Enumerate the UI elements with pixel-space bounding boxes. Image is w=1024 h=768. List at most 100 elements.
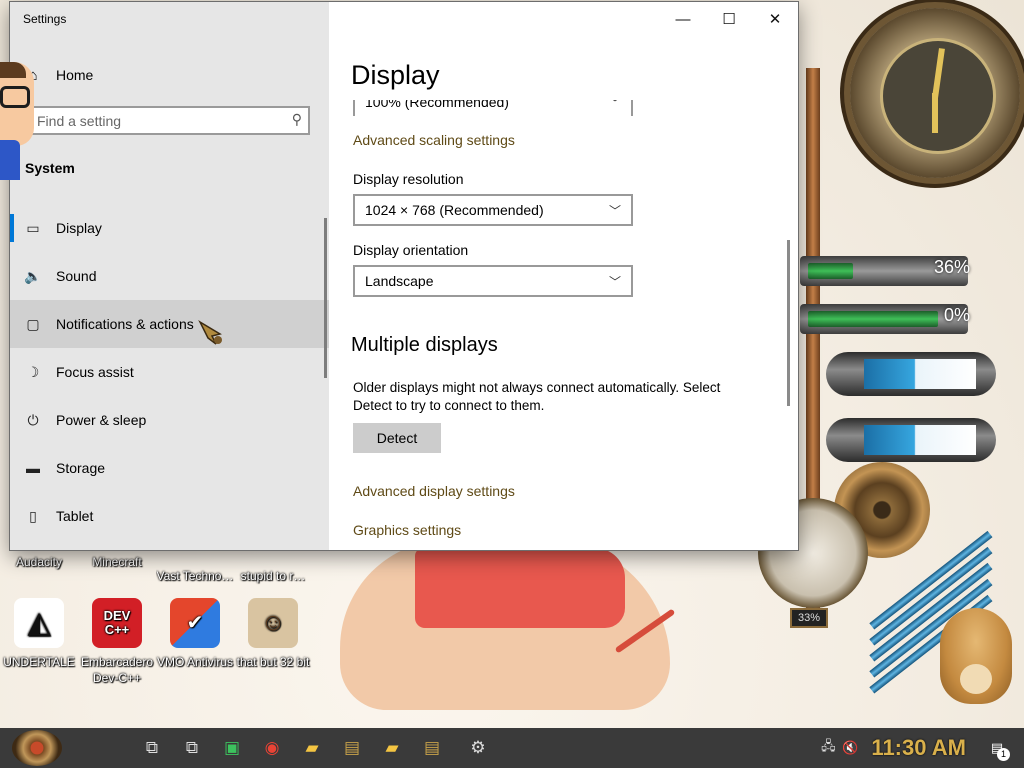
taskbar-clock[interactable]: 11:30 AM [871,735,966,761]
file-explorer-icon[interactable]: ▰ [292,728,332,768]
hamster-mascot [940,608,1012,704]
cartoon-hair [0,62,26,78]
search-box[interactable]: ⚲ [30,106,310,135]
sidebar-item-label: Sound [56,268,97,284]
taskbar: ⧉ ⧉ ▣ ◉ ▰ ▤ ▰ ▤ ⚙ 🖧 🔇 11:30 AM ▤ 1 [0,728,1024,768]
settings-gear-icon[interactable]: ⚙ [458,728,498,768]
desktop-icon-stupid[interactable]: stupid to r… [234,554,312,600]
sidebar-item-label: Power & sleep [56,412,147,428]
sidebar-item-label: Focus assist [56,364,134,380]
drive-icon: ▬ [26,460,40,476]
tablet-icon: ▯ [29,507,37,524]
sidebar-item-label: Storage [56,460,106,476]
unity-icon: ◭ [14,598,64,648]
power-icon: ⏻ [27,411,39,428]
ram-gauge: 0% [800,304,970,334]
speech-bubble-icon: ▢ [26,315,40,332]
task-view-icon[interactable]: ⧉ [132,728,172,768]
detect-button[interactable]: Detect [353,423,441,453]
orientation-dropdown[interactable]: Landscape ﹀ [353,265,633,297]
system-tray: 🖧 🔇 11:30 AM ▤ 1 [817,728,1024,768]
volume-muted-icon[interactable]: 🔇 [839,740,861,756]
desktop-icon-devcpp[interactable]: DEV C++ Embarcadero Dev-C++ [78,598,156,686]
settings-content: — ☐ ✕ Display 100% (Recommended) ﹀ Advan… [329,2,798,550]
content-scrollbar[interactable] [787,240,790,406]
devcpp-icon: DEV C++ [92,598,142,648]
sidebar-item-label: Notifications & actions [56,316,194,332]
chat-app-icon[interactable]: ▣ [212,728,252,768]
graphics-settings-link[interactable]: Graphics settings [353,522,461,538]
window-controls: — ☐ ✕ [660,2,798,36]
tube-liquid [864,359,976,389]
advanced-display-link[interactable]: Advanced display settings [353,483,515,499]
ram-gauge-value: 0% [943,305,970,325]
sidebar-item-display[interactable]: ▭ Display [10,204,329,252]
chevron-down-icon: ﹀ [608,203,621,218]
network-icon[interactable]: 🖧 [817,737,839,759]
scale-dropdown-clipped: 100% (Recommended) ﹀ [353,100,633,116]
sidebar-item-tablet[interactable]: ▯ Tablet [10,492,329,540]
steampunk-app-icon-2[interactable]: ▤ [412,728,452,768]
chrome-icon[interactable]: ◉ [252,728,292,768]
settings-sidebar: Settings ⌂ Home ⚲ System ▭ Display 🔈 Sou… [10,2,329,550]
sidebar-item-sound[interactable]: 🔈 Sound [10,252,329,300]
monitor-icon: ▭ [26,219,40,236]
clock-hand [932,93,938,133]
sidebar-item-notifications[interactable]: ▢ Notifications & actions [10,300,329,348]
resolution-dropdown[interactable]: 1024 × 768 (Recommended) ﹀ [353,194,633,226]
window-title: Settings [23,12,67,26]
search-icon[interactable]: ⚲ [292,111,302,128]
settings-nav: ▭ Display 🔈 Sound ▢ Notifications & acti… [10,204,329,540]
sidebar-scrollbar[interactable] [324,218,327,378]
sidebar-item-power-sleep[interactable]: ⏻ Power & sleep [10,396,329,444]
portrait-icon: ☺ [248,598,298,648]
sidebar-item-label: Tablet [56,508,94,524]
steampunk-clock-widget [850,8,1020,178]
meter-value: 33% [790,608,828,628]
sidebar-item-storage[interactable]: ▬ Storage [10,444,329,492]
close-button[interactable]: ✕ [752,2,798,36]
steampunk-rods [840,520,993,694]
desktop-icon-minecraft[interactable]: Minecraft [78,554,156,586]
resolution-value: 1024 × 768 (Recommended) [365,202,544,218]
desktop-icon-vmo-antivirus[interactable]: ✔ VMO Antivirus [156,598,234,686]
page-title: Display [351,60,440,90]
desktop-icon-that-but-32-bit[interactable]: ☺ that but 32 bit [234,598,312,686]
section-heading: System [25,160,75,176]
desktop-icon-vast[interactable]: Vast Techno… [156,554,234,600]
cpu-gauge: 36% [800,256,970,286]
pin-cursor-icon [198,320,222,345]
tube-liquid [864,425,976,455]
chevron-down-icon: ﹀ [608,274,621,289]
sidebar-item-label: Display [56,220,102,236]
speaker-icon: 🔈 [24,267,42,284]
notification-center-button[interactable]: ▤ 1 [984,735,1010,761]
scale-dropdown[interactable]: 100% (Recommended) ﹀ [353,100,633,116]
home-nav-item[interactable]: ⌂ Home [10,60,329,90]
cartoon-collar [0,140,20,180]
steampunk-app-icon[interactable]: ▤ [332,728,372,768]
advanced-scaling-link[interactable]: Advanced scaling settings [353,132,515,148]
maximize-button[interactable]: ☐ [706,2,752,36]
folder-icon[interactable]: ▰ [372,728,412,768]
desktop-icon-audacity[interactable]: Audacity [0,554,78,586]
orientation-value: Landscape [365,273,434,289]
cartoon-shirt [415,548,625,628]
multiple-displays-description: Older displays might not always connect … [353,380,721,413]
cpu-gauge-value: 36% [933,257,970,277]
chevron-down-icon: ﹀ [608,100,621,110]
minimize-button[interactable]: — [660,2,706,36]
notification-count: 1 [997,748,1010,761]
drive-tube-gauge [826,352,996,396]
moon-icon: ☽ [26,363,40,380]
search-input[interactable] [32,108,277,133]
sidebar-item-focus-assist[interactable]: ☽ Focus assist [10,348,329,396]
resolution-label: Display resolution [353,171,464,187]
orientation-label: Display orientation [353,242,469,258]
start-button[interactable] [12,730,62,766]
desktop-icon-undertale[interactable]: ◭ UNDERTALE [0,598,78,686]
scale-value: 100% (Recommended) [365,100,509,110]
settings-window: Settings ⌂ Home ⚲ System ▭ Display 🔈 Sou… [10,2,798,550]
shield-icon: ✔ [170,598,220,648]
window-switch-icon[interactable]: ⧉ [172,728,212,768]
